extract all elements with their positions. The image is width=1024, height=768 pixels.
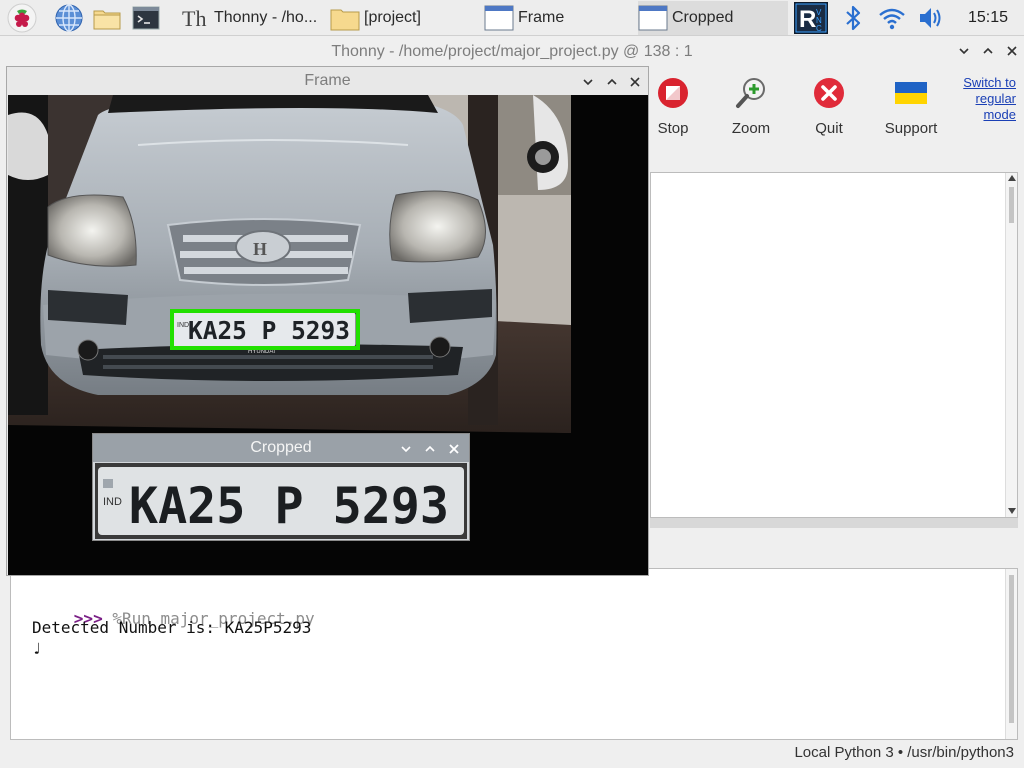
window-title: Thonny - /home/project/major_project.py … xyxy=(331,43,693,60)
frame-window-title: Frame xyxy=(304,72,351,89)
maximize-icon[interactable] xyxy=(605,75,619,89)
web-browser-icon[interactable] xyxy=(54,3,84,33)
terminal-icon[interactable] xyxy=(131,3,161,33)
shell-output: Detected Number is: KA25P5293 xyxy=(32,618,312,637)
wifi-icon[interactable] xyxy=(877,3,907,33)
cropped-plate-image: IND KA25 P 5293 xyxy=(95,463,467,539)
volume-icon[interactable] xyxy=(916,3,946,33)
switch-mode-link[interactable]: Switch to regular mode xyxy=(963,75,1016,123)
file-manager-icon[interactable] xyxy=(92,3,122,33)
minimize-icon[interactable] xyxy=(957,44,971,58)
shell-panel[interactable]: >>> %Run major_project.py Detected Numbe… xyxy=(10,568,1018,740)
thonny-icon: Th xyxy=(182,6,206,31)
close-icon[interactable] xyxy=(628,75,642,89)
svg-text:C: C xyxy=(816,24,822,33)
ukraine-flag-icon xyxy=(895,82,927,104)
code-editor[interactable] xyxy=(650,172,1018,518)
window-icon xyxy=(638,5,668,31)
taskbar-task-project[interactable]: [project] xyxy=(330,1,476,35)
raspberry-menu-icon[interactable] xyxy=(7,3,37,33)
support-label: Support xyxy=(884,120,938,137)
close-icon[interactable] xyxy=(447,442,461,456)
svg-text:H: H xyxy=(253,239,267,259)
taskbar-task-label: Thonny - /ho... xyxy=(214,9,318,26)
minimize-icon[interactable] xyxy=(581,75,595,89)
svg-text:R: R xyxy=(799,6,816,33)
scrollbar-thumb[interactable] xyxy=(1009,187,1014,223)
quit-icon xyxy=(814,78,844,108)
support-button[interactable]: Support xyxy=(876,76,946,137)
zoom-button[interactable]: Zoom xyxy=(716,76,786,137)
taskbar-task-label: Frame xyxy=(518,9,565,26)
window-icon xyxy=(484,5,514,31)
taskbar-task-frame[interactable]: Frame xyxy=(484,1,634,35)
plate-prefix: IND xyxy=(103,496,122,508)
switch-link-line: mode xyxy=(983,107,1016,122)
maximize-icon[interactable] xyxy=(981,44,995,58)
shell-cursor-glyph: ♩ xyxy=(32,639,42,658)
plate-text: KA25 P 5293 xyxy=(129,477,449,535)
zoom-label: Zoom xyxy=(731,120,771,137)
cropped-window: Cropped IND KA25 P 5293 xyxy=(92,433,470,541)
switch-link-line: regular xyxy=(975,91,1016,106)
quit-button[interactable]: Quit xyxy=(794,76,864,137)
taskbar: Th Thonny - /ho... [project] Frame Cropp… xyxy=(0,0,1024,36)
minimize-icon[interactable] xyxy=(399,442,413,456)
switch-link-line: Switch to xyxy=(963,75,1016,90)
svg-text:Th: Th xyxy=(182,6,206,31)
close-icon[interactable] xyxy=(1005,44,1019,58)
plate-text: KA25 P 5293 xyxy=(188,316,350,345)
status-bar[interactable]: Local Python 3 • /usr/bin/python3 xyxy=(794,744,1014,761)
zoom-icon xyxy=(736,78,765,108)
scrollbar-thumb[interactable] xyxy=(1009,575,1014,723)
scroll-down-icon[interactable] xyxy=(1008,508,1016,514)
folder-icon xyxy=(330,9,360,31)
bluetooth-icon[interactable] xyxy=(838,3,868,33)
editor-scrollbar[interactable] xyxy=(1005,173,1017,517)
editor-hscrollbar[interactable] xyxy=(650,518,1018,528)
clock[interactable]: 15:15 xyxy=(968,9,1008,27)
taskbar-task-thonny[interactable]: Th Thonny - /ho... xyxy=(180,1,326,35)
scroll-up-icon[interactable] xyxy=(1008,175,1016,181)
taskbar-task-label: [project] xyxy=(364,9,421,26)
stop-icon xyxy=(658,78,688,108)
shell-scrollbar[interactable] xyxy=(1005,569,1017,739)
maximize-icon[interactable] xyxy=(423,442,437,456)
taskbar-task-cropped[interactable]: Cropped xyxy=(638,1,788,35)
vnc-icon[interactable]: R V N C xyxy=(794,2,828,34)
quit-label: Quit xyxy=(815,120,843,137)
taskbar-task-label: Cropped xyxy=(672,9,734,26)
